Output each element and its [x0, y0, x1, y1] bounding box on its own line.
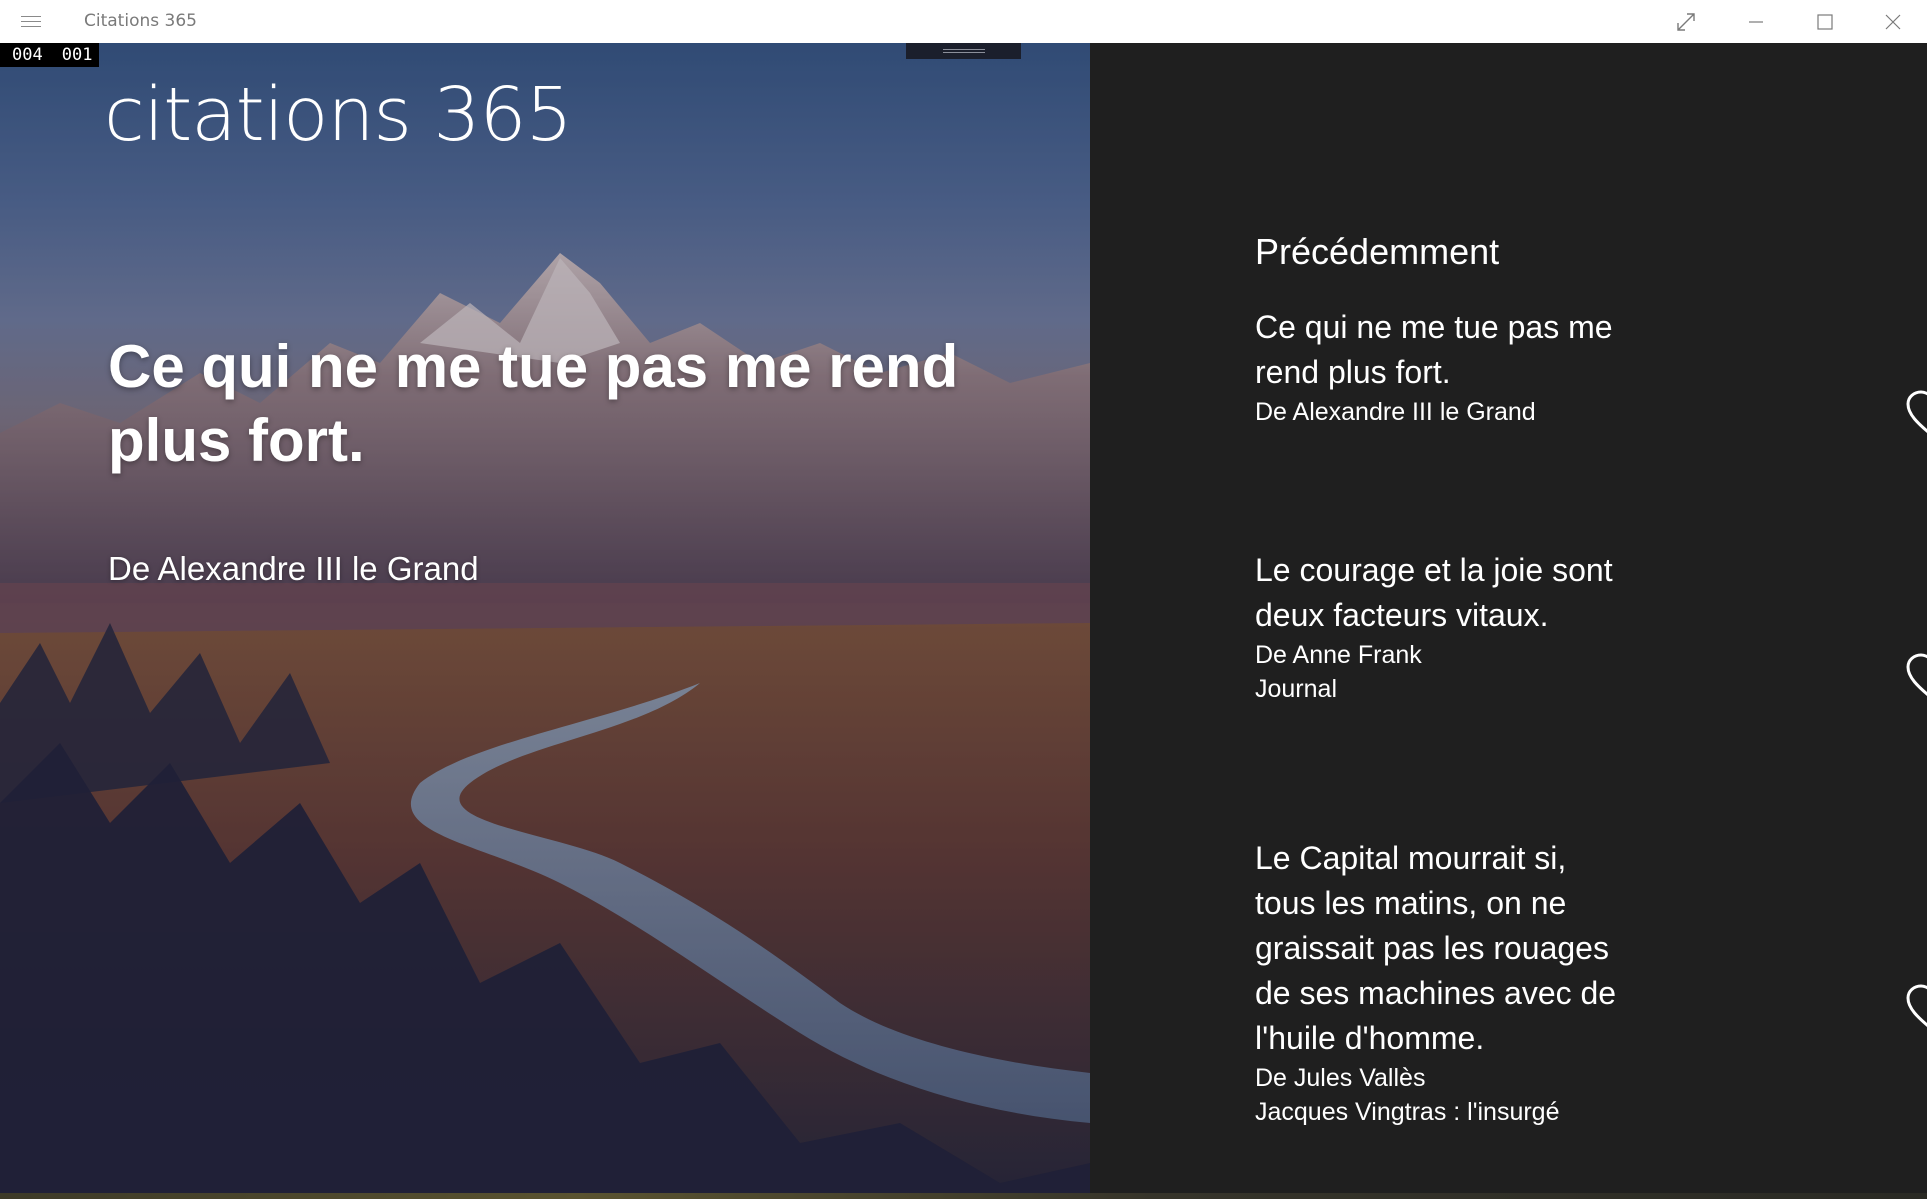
- featured-quote: Ce qui ne me tue pas me rend plus fort.: [108, 333, 959, 474]
- counter-second: 001: [61, 45, 93, 65]
- history-item[interactable]: Le Capital mourrait si, tous les matins,…: [1255, 836, 1927, 1129]
- history-quote: Le courage et la joie sont deux facteurs…: [1255, 552, 1613, 633]
- history-quote: Ce qui ne me tue pas me rend plus fort.: [1255, 309, 1613, 390]
- history-source: Jacques Vingtras : l'insurgé: [1255, 1098, 1560, 1126]
- minimize-icon: [1749, 20, 1763, 23]
- maximize-icon: [1817, 13, 1833, 30]
- heart-outline-icon[interactable]: [1905, 390, 1927, 440]
- drag-handle[interactable]: [906, 43, 1021, 59]
- history-author: De Alexandre III le Grand: [1255, 398, 1536, 426]
- fullscreen-icon: [1677, 12, 1695, 31]
- history-item[interactable]: Le courage et la joie sont deux facteurs…: [1255, 548, 1927, 706]
- window-title: Citations 365: [84, 11, 197, 31]
- hero-panel: [0, 43, 1090, 1199]
- close-button[interactable]: [1859, 0, 1927, 43]
- history-heading: Précédemment: [1255, 231, 1500, 272]
- hero-overlay: [0, 43, 1090, 1199]
- title-bar: Citations 365: [0, 0, 1927, 43]
- grip-icon: [942, 49, 985, 53]
- history-source: Journal: [1255, 675, 1337, 703]
- featured-quote-author: De Alexandre III le Grand: [108, 550, 479, 587]
- fullscreen-button[interactable]: [1652, 0, 1720, 43]
- app-name-heading: citations 365: [104, 72, 573, 158]
- heart-outline-icon[interactable]: [1905, 984, 1927, 1034]
- hamburger-menu-button[interactable]: [0, 0, 62, 43]
- bottom-strip: [0, 1193, 1927, 1199]
- close-icon: [1885, 14, 1901, 29]
- counter-first: 004: [12, 45, 43, 65]
- history-item[interactable]: Ce qui ne me tue pas me rend plus fort. …: [1255, 305, 1927, 433]
- hamburger-icon: [21, 15, 41, 29]
- history-panel: Précédemment Ce qui ne me tue pas me ren…: [1090, 43, 1927, 1199]
- maximize-button[interactable]: [1791, 0, 1859, 43]
- counter-badge: 004 001: [0, 43, 100, 67]
- minimize-button[interactable]: [1722, 0, 1790, 43]
- history-author: De Anne Frank: [1255, 641, 1422, 669]
- history-quote: Le Capital mourrait si, tous les matins,…: [1255, 840, 1617, 1056]
- heart-outline-icon[interactable]: [1905, 653, 1927, 703]
- app-window: Citations 365 004 001 citations 365 Ce q…: [0, 0, 1927, 1199]
- history-author: De Jules Vallès: [1255, 1064, 1426, 1092]
